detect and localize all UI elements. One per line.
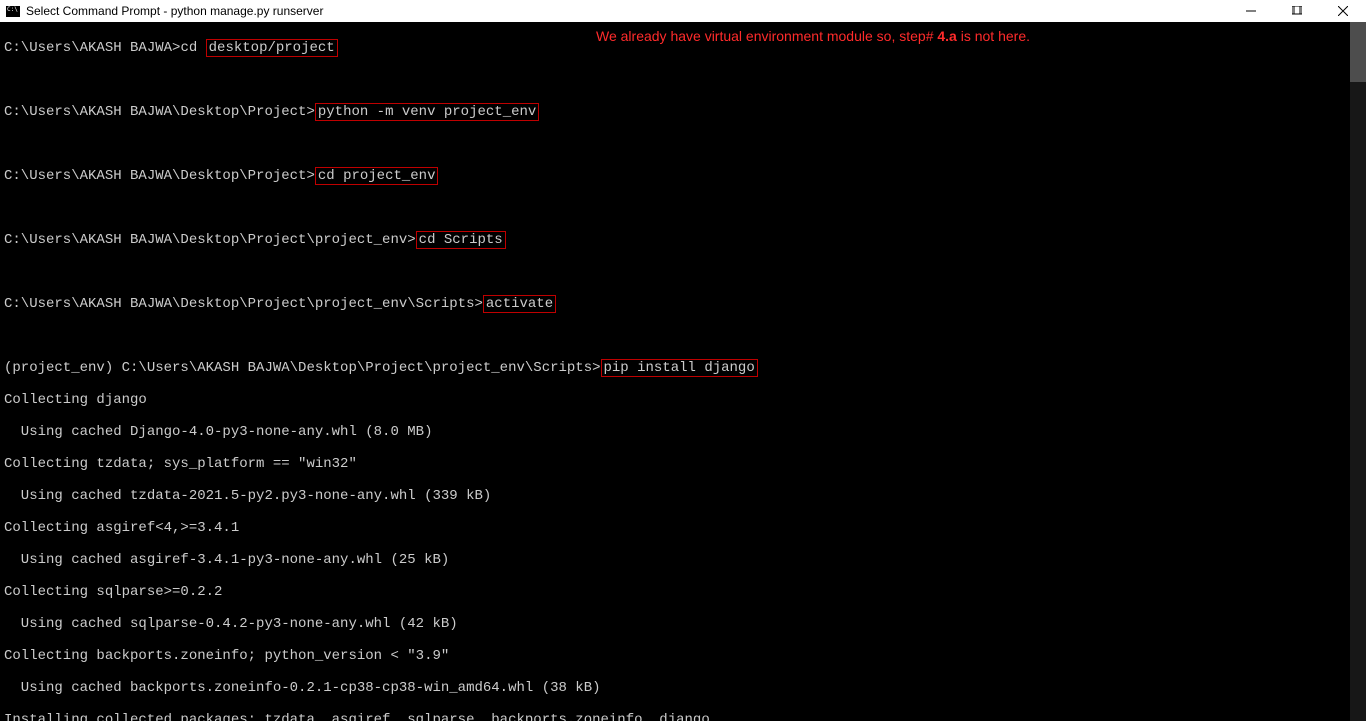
minimize-icon bbox=[1246, 6, 1256, 16]
highlighted-command: cd project_env bbox=[315, 167, 439, 185]
terminal-output: Installing collected packages: tzdata, a… bbox=[4, 712, 1362, 721]
vertical-scrollbar[interactable] bbox=[1350, 22, 1366, 721]
cmd-icon bbox=[6, 6, 20, 17]
maximize-button[interactable] bbox=[1274, 0, 1320, 22]
terminal-output: Collecting sqlparse>=0.2.2 bbox=[4, 584, 1362, 600]
terminal-line: (project_env) C:\Users\AKASH BAJWA\Deskt… bbox=[4, 360, 1362, 376]
maximize-icon bbox=[1292, 6, 1302, 16]
close-button[interactable] bbox=[1320, 0, 1366, 22]
highlighted-command: pip install django bbox=[601, 359, 758, 377]
prompt-text: C:\Users\AKASH BAJWA\Desktop\Project> bbox=[4, 168, 315, 184]
prompt-text: (project_env) C:\Users\AKASH BAJWA\Deskt… bbox=[4, 360, 601, 376]
command-text: cd bbox=[180, 40, 197, 56]
prompt-text: C:\Users\AKASH BAJWA\Desktop\Project\pro… bbox=[4, 232, 416, 248]
highlighted-command: python -m venv project_env bbox=[315, 103, 539, 121]
highlighted-command: activate bbox=[483, 295, 556, 313]
highlighted-command: desktop/project bbox=[206, 39, 338, 57]
terminal-output: Collecting backports.zoneinfo; python_ve… bbox=[4, 648, 1362, 664]
titlebar[interactable]: Select Command Prompt - python manage.py… bbox=[0, 0, 1366, 22]
prompt-text: C:\Users\AKASH BAJWA> bbox=[4, 40, 180, 56]
close-icon bbox=[1338, 6, 1348, 16]
terminal-output: Collecting asgiref<4,>=3.4.1 bbox=[4, 520, 1362, 536]
highlighted-command: cd Scripts bbox=[416, 231, 506, 249]
terminal-output: Using cached tzdata-2021.5-py2.py3-none-… bbox=[4, 488, 1362, 504]
scrollbar-thumb[interactable] bbox=[1350, 22, 1366, 82]
terminal-area[interactable]: C:\Users\AKASH BAJWA>cd desktop/project … bbox=[0, 22, 1366, 721]
window-title: Select Command Prompt - python manage.py… bbox=[26, 0, 323, 22]
command-prompt-window: Select Command Prompt - python manage.py… bbox=[0, 0, 1366, 721]
terminal-line: C:\Users\AKASH BAJWA\Desktop\Project>cd … bbox=[4, 168, 1362, 184]
terminal-line: C:\Users\AKASH BAJWA\Desktop\Project\pro… bbox=[4, 232, 1362, 248]
terminal-output: Using cached backports.zoneinfo-0.2.1-cp… bbox=[4, 680, 1362, 696]
terminal-output: Collecting tzdata; sys_platform == "win3… bbox=[4, 456, 1362, 472]
terminal-output: Using cached asgiref-3.4.1-py3-none-any.… bbox=[4, 552, 1362, 568]
terminal-line: C:\Users\AKASH BAJWA\Desktop\Project\pro… bbox=[4, 296, 1362, 312]
terminal-output: Using cached Django-4.0-py3-none-any.whl… bbox=[4, 424, 1362, 440]
annotation-text: We already have virtual environment modu… bbox=[596, 28, 1030, 44]
terminal-output: Using cached sqlparse-0.4.2-py3-none-any… bbox=[4, 616, 1362, 632]
terminal-line: C:\Users\AKASH BAJWA\Desktop\Project>pyt… bbox=[4, 104, 1362, 120]
terminal-output: Collecting django bbox=[4, 392, 1362, 408]
prompt-text: C:\Users\AKASH BAJWA\Desktop\Project\pro… bbox=[4, 296, 483, 312]
window-controls bbox=[1228, 0, 1366, 22]
prompt-text: C:\Users\AKASH BAJWA\Desktop\Project> bbox=[4, 104, 315, 120]
minimize-button[interactable] bbox=[1228, 0, 1274, 22]
